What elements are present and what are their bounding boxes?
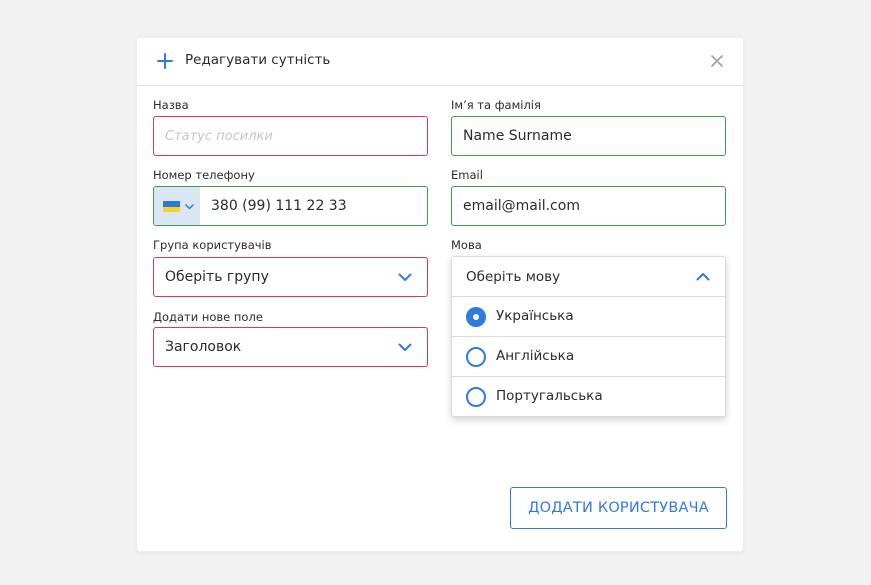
chevron-down-icon: [398, 273, 412, 281]
user-group-label: Група користувачів: [153, 238, 272, 252]
language-label: Мова: [451, 238, 482, 252]
language-option-portuguese[interactable]: Португальська: [452, 377, 725, 417]
edit-entity-modal: Редагувати сутність Назва Статус посилки…: [137, 38, 743, 551]
full-name-input[interactable]: Name Surname: [451, 116, 726, 156]
radio-unchecked-icon[interactable]: [466, 387, 486, 407]
new-field-select[interactable]: Заголовок: [153, 327, 428, 367]
chevron-down-icon: [398, 343, 412, 351]
user-group-select[interactable]: Оберіть групу: [153, 257, 428, 297]
modal-title: Редагувати сутність: [185, 52, 331, 68]
name-label: Назва: [153, 98, 189, 112]
language-value: Оберіть мову: [466, 269, 561, 285]
new-field-label: Додати нове поле: [153, 310, 263, 324]
user-group-value: Оберіть групу: [165, 269, 269, 285]
language-option-ukrainian[interactable]: Українська: [452, 297, 725, 337]
radio-unchecked-icon[interactable]: [466, 347, 486, 367]
full-name-label: Ім’я та фамілія: [451, 98, 541, 112]
chevron-up-icon: [696, 273, 710, 281]
country-code-select[interactable]: [154, 187, 200, 225]
close-icon[interactable]: [710, 54, 724, 68]
email-label: Email: [451, 168, 483, 182]
language-option-label: Англійська: [496, 348, 575, 364]
phone-value: 380 (99) 111 22 33: [211, 198, 347, 214]
chevron-down-icon: [185, 204, 194, 210]
radio-checked-icon[interactable]: [466, 307, 486, 327]
modal-header: Редагувати сутність: [137, 38, 743, 86]
new-field-value: Заголовок: [165, 339, 242, 355]
plus-icon: [157, 53, 173, 69]
language-option-label: Українська: [496, 308, 574, 324]
name-input[interactable]: Статус посилки: [153, 116, 428, 156]
language-option-label: Португальська: [496, 388, 603, 404]
email-value: email@mail.com: [463, 198, 580, 214]
phone-input[interactable]: 380 (99) 111 22 33: [153, 186, 428, 226]
language-option-english[interactable]: Англійська: [452, 337, 725, 377]
language-dropdown: Оберіть мову Українська Англійська Порту…: [451, 256, 726, 417]
full-name-value: Name Surname: [463, 128, 572, 144]
phone-label: Номер телефону: [153, 168, 255, 182]
email-input[interactable]: email@mail.com: [451, 186, 726, 226]
language-select[interactable]: Оберіть мову: [452, 257, 725, 297]
ukraine-flag-icon: [163, 201, 180, 212]
name-placeholder: Статус посилки: [165, 128, 273, 144]
add-user-button[interactable]: ДОДАТИ КОРИСТУВАЧА: [510, 487, 727, 529]
